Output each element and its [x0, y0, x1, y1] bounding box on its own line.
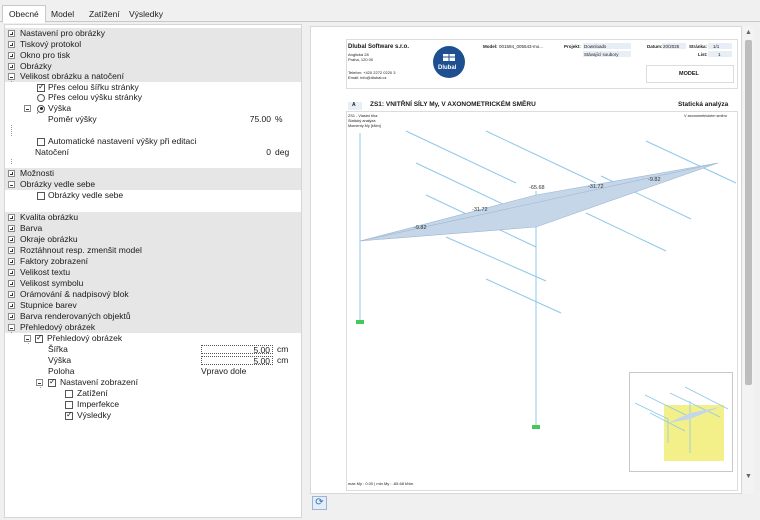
option-auto-height[interactable]: Automatické nastavení výšky při editaci	[5, 136, 301, 147]
tree-section[interactable]: Nastavení pro obrázky	[5, 28, 301, 39]
tree-section[interactable]: Barva renderovaných objektů	[5, 311, 301, 322]
expand-icon[interactable]	[8, 41, 15, 48]
imperfections-checkbox[interactable]	[65, 400, 73, 409]
tree-section[interactable]: Kvalita obrázku	[5, 212, 301, 223]
collapse-icon[interactable]	[8, 73, 15, 80]
scroll-down-icon[interactable]: ▼	[744, 472, 753, 481]
option-full-height[interactable]: Přes celou výšku stránky	[5, 92, 301, 103]
collapse-icon[interactable]	[24, 335, 31, 342]
expand-icon[interactable]	[8, 214, 15, 221]
tree-section[interactable]: Okraje obrázku	[5, 234, 301, 245]
tree-section-options[interactable]: Možnosti	[5, 168, 301, 179]
expand-icon[interactable]	[8, 291, 15, 298]
overview-thumbnail-icon	[634, 386, 729, 461]
option-loads[interactable]: Zatížení	[5, 388, 301, 399]
expand-icon[interactable]	[8, 236, 15, 243]
preview-vertical-scrollbar[interactable]: ▲ ▼	[743, 26, 754, 494]
logo-icon	[443, 54, 455, 61]
auto-height-checkbox[interactable]	[37, 137, 45, 146]
tab-model[interactable]: Model	[45, 6, 80, 22]
tab-loads[interactable]: Zatížení	[83, 6, 126, 22]
tree-section[interactable]: Orámování & nadpisový blok	[5, 289, 301, 300]
tree-section[interactable]: Barva	[5, 223, 301, 234]
preview-panel: Dlubal Software s.r.o. Anglická 28 Praha…	[305, 24, 756, 518]
option-full-width[interactable]: Přes celou šířku stránky	[5, 82, 301, 93]
expand-icon[interactable]	[8, 52, 15, 59]
option-results[interactable]: Výsledky	[5, 410, 301, 421]
expand-icon[interactable]	[8, 302, 15, 309]
side-images-checkbox[interactable]	[37, 191, 45, 200]
tree-section[interactable]: Tiskový protokol	[5, 39, 301, 50]
tree-section-overview[interactable]: Přehledový obrázek	[5, 322, 301, 333]
overview-width-row: Šířka 5.00 cm	[5, 344, 301, 355]
collapse-icon[interactable]	[8, 324, 15, 331]
tab-results[interactable]: Výsledky	[123, 6, 169, 22]
expand-icon[interactable]	[8, 313, 15, 320]
height-ratio-value[interactable]: 75.00	[205, 114, 271, 125]
result-value: -31.72	[472, 207, 488, 213]
refresh-icon: ⟳	[315, 497, 324, 508]
expand-icon[interactable]	[8, 170, 15, 177]
overview-height-field[interactable]: 5.00	[201, 356, 273, 365]
result-value: -31.72	[588, 184, 604, 190]
results-checkbox[interactable]	[65, 410, 73, 420]
support-icon	[356, 320, 364, 324]
collapse-icon[interactable]	[8, 181, 15, 188]
display-settings-checkbox[interactable]	[48, 377, 56, 387]
tree-section[interactable]: Velikost symbolu	[5, 278, 301, 289]
settings-tree: Nastavení pro obrázky Tiskový protokol O…	[4, 24, 302, 518]
dlubal-logo: Dlubal	[433, 46, 465, 78]
tab-general[interactable]: Obecné	[2, 5, 46, 23]
overview-height-row: Výška 5.00 cm	[5, 355, 301, 366]
option-overview[interactable]: Přehledový obrázek	[5, 333, 301, 344]
result-value: -9.82	[414, 225, 427, 231]
overview-width-field[interactable]: 5.00	[201, 345, 273, 354]
overview-thumbnail	[629, 372, 733, 472]
report-footer: max My : 0.00 | min My : -65.68 kNm	[348, 481, 414, 486]
expand-icon[interactable]	[8, 258, 15, 265]
refresh-button[interactable]: ⟳	[312, 496, 327, 510]
collapse-icon[interactable]	[24, 105, 31, 112]
support-icon	[532, 425, 540, 429]
tab-bar: Obecné Model Zatížení Výsledky	[0, 0, 760, 23]
tree-section-image-size[interactable]: Velikost obrázku a natočení	[5, 71, 301, 82]
tree-section[interactable]: Roztáhnout resp. zmenšit model	[5, 245, 301, 256]
section-title: ZS1: VNITŘNÍ SÍLY My, V AXONOMETRICKÉM S…	[370, 101, 536, 108]
tree-section-side-images[interactable]: Obrázky vedle sebe	[5, 179, 301, 190]
expand-icon[interactable]	[8, 247, 15, 254]
height-radio[interactable]	[37, 104, 45, 113]
result-value: -9.82	[648, 177, 661, 183]
print-preview[interactable]: Dlubal Software s.r.o. Anglická 28 Praha…	[310, 26, 742, 494]
report-page: Dlubal Software s.r.o. Anglická 28 Praha…	[346, 39, 738, 494]
tree-section[interactable]: Okno pro tisk	[5, 50, 301, 61]
rotation-value[interactable]: 0	[205, 147, 271, 158]
scroll-up-icon[interactable]: ▲	[744, 28, 753, 37]
expand-icon[interactable]	[8, 30, 15, 37]
expand-icon[interactable]	[8, 269, 15, 276]
company-name: Dlubal Software s.r.o.	[348, 44, 410, 50]
tree-section[interactable]: Stupnice barev	[5, 300, 301, 311]
loads-checkbox[interactable]	[65, 389, 73, 398]
overview-position-select[interactable]: Vpravo dole	[201, 366, 246, 377]
rotation-row: Natočení 0 deg	[5, 147, 301, 158]
expand-icon[interactable]	[8, 63, 15, 70]
expand-icon[interactable]	[8, 225, 15, 232]
full-height-radio[interactable]	[37, 93, 45, 102]
option-imperfections[interactable]: Imperfekce	[5, 399, 301, 410]
option-display-settings[interactable]: Nastavení zobrazení	[5, 377, 301, 388]
tree-section[interactable]: Velikost textu	[5, 267, 301, 278]
overview-position-row: Poloha Vpravo dole	[5, 366, 301, 377]
tree-section[interactable]: Obrázky	[5, 61, 301, 72]
scrollbar-thumb[interactable]	[745, 40, 752, 385]
option-height[interactable]: Výška	[5, 103, 301, 114]
overview-checkbox[interactable]	[35, 333, 43, 343]
collapse-icon[interactable]	[36, 379, 43, 386]
tree-section[interactable]: Faktory zobrazení	[5, 256, 301, 267]
result-value: -65.68	[529, 185, 545, 191]
height-ratio-row: Poměr výšky 75.00%	[5, 114, 301, 125]
option-side-images[interactable]: Obrázky vedle sebe	[5, 190, 301, 201]
expand-icon[interactable]	[8, 280, 15, 287]
full-width-checkbox[interactable]	[37, 82, 45, 92]
